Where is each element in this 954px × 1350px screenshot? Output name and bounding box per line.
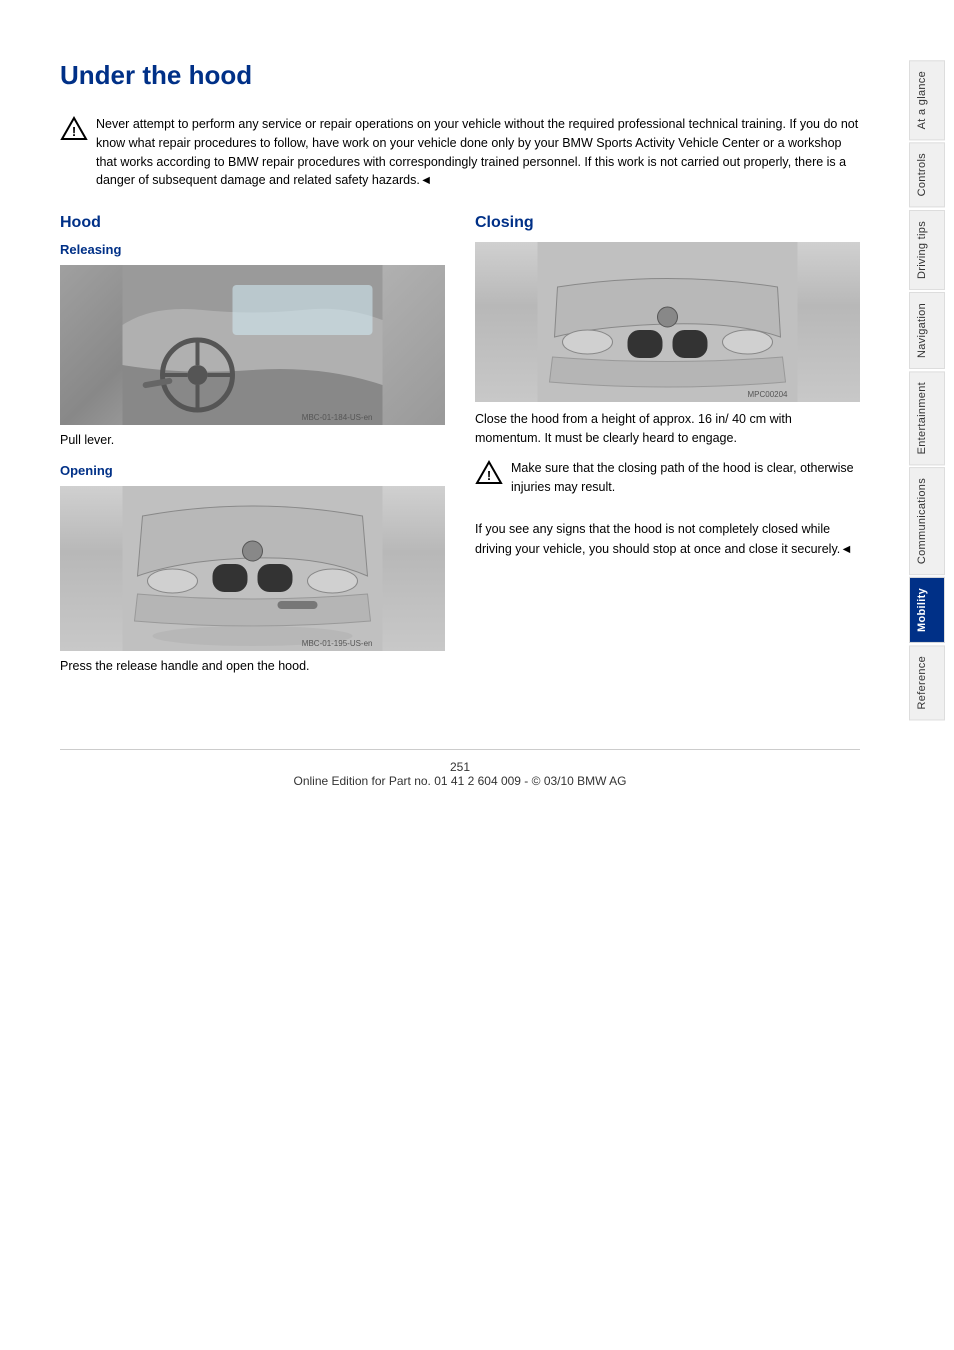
page-title: Under the hood: [60, 60, 860, 91]
releasing-image: MBC-01-184-US-en: [60, 265, 445, 425]
left-column: Hood Releasing: [60, 214, 445, 689]
warning-text: Never attempt to perform any service or …: [96, 115, 860, 190]
closing-warning-block: ! Make sure that the closing path of the…: [475, 459, 860, 497]
two-column-layout: Hood Releasing: [60, 214, 860, 689]
sidebar-tab-mobility[interactable]: Mobility: [909, 577, 945, 643]
closing-body2: If you see any signs that the hood is no…: [475, 520, 860, 559]
closing-heading: Closing: [475, 214, 860, 232]
closing-warning-text: Make sure that the closing path of the h…: [511, 459, 860, 497]
svg-text:MBC-01-184-US-en: MBC-01-184-US-en: [302, 413, 373, 422]
svg-text:!: !: [72, 124, 76, 139]
svg-text:MPC00204: MPC00204: [747, 390, 788, 399]
sidebar-tab-reference[interactable]: Reference: [909, 645, 945, 720]
opening-image: MBC-01-195-US-en: [60, 486, 445, 651]
opening-heading: Opening: [60, 463, 445, 478]
opening-caption: Press the release handle and open the ho…: [60, 659, 445, 673]
right-column: Closing MPC0: [475, 214, 860, 689]
releasing-heading: Releasing: [60, 242, 445, 257]
hood-heading: Hood: [60, 214, 445, 232]
footer-text: Online Edition for Part no. 01 41 2 604 …: [293, 774, 626, 788]
closing-body1: Close the hood from a height of approx. …: [475, 410, 860, 449]
page-footer: 251 Online Edition for Part no. 01 41 2 …: [60, 749, 860, 788]
sidebar-tabs: At a glanceControlsDriving tipsNavigatio…: [900, 0, 954, 1350]
page-number: 251: [450, 760, 470, 774]
sidebar-tab-entertainment[interactable]: Entertainment: [909, 371, 945, 465]
sidebar-tab-navigation[interactable]: Navigation: [909, 292, 945, 369]
main-content: Under the hood ! Never attempt to perfor…: [0, 0, 900, 1350]
sidebar-tab-driving-tips[interactable]: Driving tips: [909, 210, 945, 290]
svg-text:!: !: [487, 468, 491, 483]
closing-image: MPC00204: [475, 242, 860, 402]
sidebar-tab-at-a-glance[interactable]: At a glance: [909, 60, 945, 140]
svg-text:MBC-01-195-US-en: MBC-01-195-US-en: [302, 639, 373, 648]
closing-warning-icon: !: [475, 459, 503, 490]
warning-icon: !: [60, 115, 88, 146]
releasing-caption: Pull lever.: [60, 433, 445, 447]
sidebar-tab-communications[interactable]: Communications: [909, 467, 945, 575]
sidebar-tab-controls[interactable]: Controls: [909, 142, 945, 207]
warning-block: ! Never attempt to perform any service o…: [60, 115, 860, 190]
